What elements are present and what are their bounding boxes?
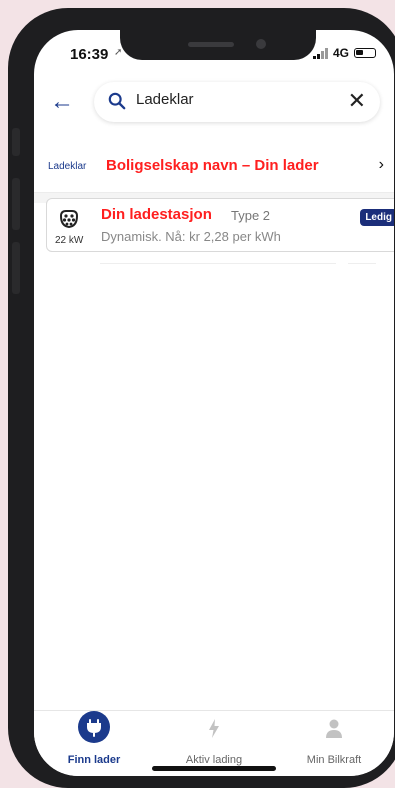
- price-text: Dynamisk. Nå: kr 2,28 per kWh: [101, 229, 281, 244]
- operator-logo: Ladeklar: [48, 161, 87, 172]
- battery-icon: [354, 48, 376, 58]
- search-icon: [108, 92, 126, 110]
- person-icon: [326, 719, 342, 738]
- tab-finn-lader[interactable]: Finn lader: [34, 711, 154, 776]
- signal-icon: [312, 47, 328, 59]
- app-screen: 16:39 ➚ 4G ← ✕ Ladeklar Boligselskap nav…: [34, 30, 394, 776]
- mute-switch: [12, 128, 20, 156]
- volume-down-button: [12, 242, 20, 294]
- status-badge: Ledig: [360, 209, 394, 226]
- chevron-right-icon: ›: [378, 156, 384, 173]
- search-row: ← ✕: [34, 82, 394, 126]
- divider: [348, 263, 376, 264]
- clear-icon[interactable]: ✕: [348, 88, 366, 114]
- home-indicator[interactable]: [152, 766, 276, 771]
- station-card[interactable]: 22 kW Din ladestasjon Type 2 Dynamisk. N…: [46, 198, 394, 252]
- divider: [100, 263, 336, 264]
- phone-frame: 16:39 ➚ 4G ← ✕ Ladeklar Boligselskap nav…: [8, 8, 395, 788]
- front-camera: [256, 39, 266, 49]
- notch: [120, 30, 316, 60]
- location-icon: ➚: [114, 47, 123, 58]
- tab-label: Aktiv lading: [185, 754, 243, 766]
- status-time: 16:39: [70, 46, 109, 63]
- station-name: Din ladestasjon: [101, 206, 212, 223]
- tab-label: Finn lader: [67, 754, 121, 766]
- speaker: [188, 42, 234, 47]
- back-arrow-icon[interactable]: ←: [50, 88, 74, 116]
- tab-min-bilkraft[interactable]: Min Bilkraft: [274, 711, 394, 776]
- power-label: 22 kW: [55, 235, 84, 246]
- tab-label: Min Bilkraft: [306, 754, 362, 766]
- volume-up-button: [12, 178, 20, 230]
- operator-name: Boligselskap navn – Din lader: [106, 157, 319, 174]
- operator-row[interactable]: Ladeklar Boligselskap navn – Din lader ›: [34, 142, 394, 193]
- lightning-icon: [209, 719, 219, 738]
- search-input[interactable]: [134, 90, 338, 109]
- network-label: 4G: [332, 46, 349, 60]
- plug-icon: [78, 711, 110, 743]
- connector-type: Type 2: [231, 208, 271, 223]
- status-indicators: 4G: [312, 46, 376, 60]
- search-box[interactable]: ✕: [94, 82, 380, 122]
- type2-connector-icon: [59, 210, 79, 229]
